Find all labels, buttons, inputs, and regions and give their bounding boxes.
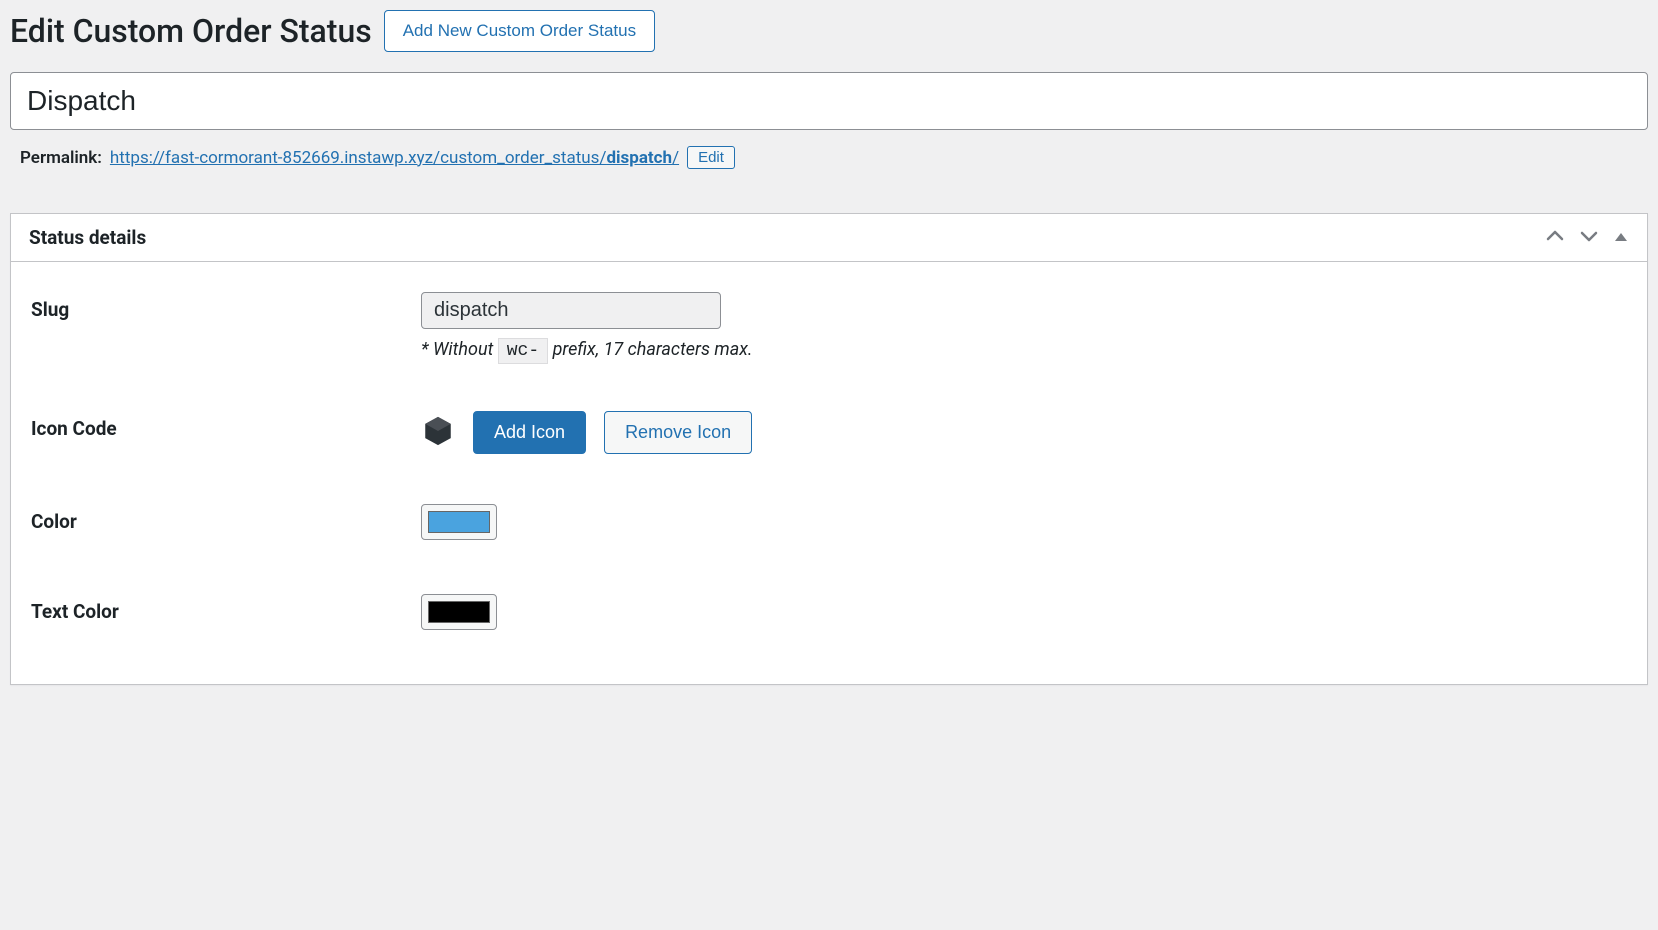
slug-label: Slug [31,292,421,321]
chevron-down-icon[interactable] [1579,226,1599,249]
slug-input[interactable] [421,292,721,329]
page-title: Edit Custom Order Status [10,12,372,50]
slug-helper-prefix: * Without [421,339,498,360]
status-title-input[interactable] [10,72,1648,130]
slug-row: Slug * Without wc- prefix, 17 characters… [31,292,1627,361]
slug-helper-suffix: prefix, 17 characters max. [553,339,753,360]
remove-icon-button[interactable]: Remove Icon [604,411,752,454]
permalink-row: Permalink: https://fast-cormorant-852669… [10,142,1648,173]
panel-title: Status details [29,226,146,249]
edit-permalink-button[interactable]: Edit [687,146,735,169]
package-icon [421,414,455,452]
color-swatch [428,511,490,533]
icon-code-row: Icon Code Add Icon Remove Icon [31,411,1627,454]
panel-header: Status details [11,214,1647,262]
permalink-slug: dispatch [606,148,672,168]
permalink-link[interactable]: https://fast-cormorant-852669.instawp.xy… [110,148,679,168]
permalink-label: Permalink: [20,148,102,168]
add-new-status-button[interactable]: Add New Custom Order Status [384,10,655,52]
chevron-up-icon[interactable] [1545,226,1565,249]
color-label: Color [31,504,421,533]
collapse-triangle-icon[interactable] [1613,228,1629,248]
text-color-picker[interactable] [421,594,497,630]
permalink-trailing: / [672,148,679,168]
text-color-swatch [428,601,490,623]
icon-code-label: Icon Code [31,411,421,440]
color-row: Color [31,504,1627,544]
add-icon-button[interactable]: Add Icon [473,411,586,454]
status-details-panel: Status details Slug * Without wc- prefix… [10,213,1648,685]
color-picker[interactable] [421,504,497,540]
slug-helper-text: * Without wc- prefix, 17 characters max. [421,339,1627,361]
slug-helper-code: wc- [498,338,548,364]
text-color-row: Text Color [31,594,1627,634]
text-color-label: Text Color [31,594,421,623]
permalink-url-prefix: https://fast-cormorant-852669.instawp.xy… [110,148,607,168]
